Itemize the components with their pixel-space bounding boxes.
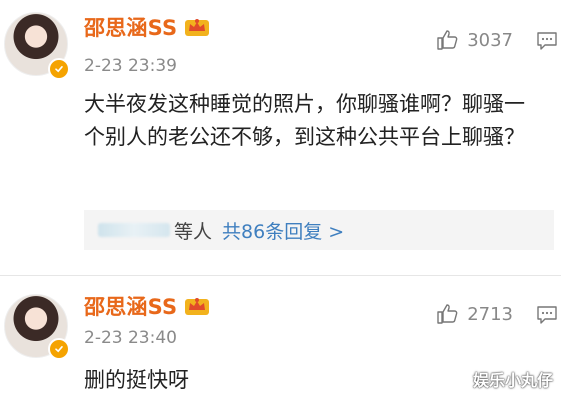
replies-summary[interactable]: 等人 共86条回复 >: [84, 210, 554, 250]
comment-icon[interactable]: [535, 29, 559, 53]
comment-text: 大半夜发这种睡觉的照片，你聊骚谁啊？聊骚一个别人的老公还不够，到这种公共平台上聊…: [84, 92, 525, 149]
crown-vip-icon: [185, 298, 209, 315]
username[interactable]: 邵思涵SS: [84, 291, 177, 321]
thumbs-up-icon: [437, 304, 458, 324]
verified-badge-icon: [48, 338, 70, 360]
timestamp: 2-23 23:40: [84, 328, 177, 348]
like-button[interactable]: 3037: [435, 28, 513, 52]
divider: [0, 275, 561, 276]
thumbs-up-icon: [437, 30, 458, 50]
view-replies-link[interactable]: 共86条回复 >: [222, 217, 344, 244]
like-button[interactable]: 2713: [435, 302, 513, 326]
comment-icon[interactable]: [535, 303, 559, 327]
reply-people-suffix: 等人: [174, 220, 213, 243]
verified-badge-icon: [48, 58, 70, 80]
watermark: 娱乐小丸仔: [472, 371, 553, 390]
blurred-username: [98, 223, 170, 237]
like-count: 3037: [467, 29, 513, 51]
crown-vip-icon: [185, 19, 209, 36]
like-count: 2713: [467, 303, 513, 325]
timestamp: 2-23 23:39: [84, 56, 177, 76]
username[interactable]: 邵思涵SS: [84, 12, 177, 42]
comment-item: 邵思涵SS 2-23 23:39 3037 大半夜发这种睡觉的照片，你聊骚谁啊？…: [0, 0, 561, 275]
